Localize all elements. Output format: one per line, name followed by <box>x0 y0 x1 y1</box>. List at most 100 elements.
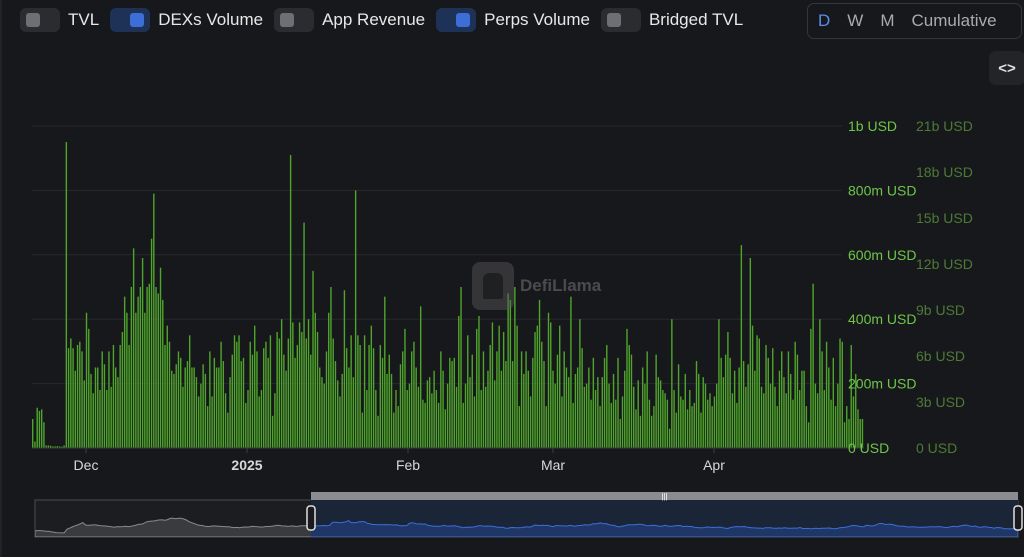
bar <box>292 322 294 448</box>
bar <box>417 386 420 448</box>
bar <box>810 328 812 448</box>
bar <box>168 341 171 448</box>
bar <box>114 367 117 448</box>
bar <box>334 361 337 448</box>
bar <box>325 351 328 448</box>
bar <box>563 351 565 448</box>
bar <box>238 335 240 448</box>
bar <box>776 406 778 448</box>
bar <box>635 409 637 448</box>
bar <box>478 315 480 448</box>
bar <box>722 377 725 448</box>
bar <box>464 383 467 448</box>
bar <box>565 367 568 448</box>
bar <box>301 332 303 448</box>
bar <box>269 335 272 448</box>
bar <box>482 351 485 448</box>
bar <box>673 390 675 448</box>
bar <box>507 293 509 448</box>
bar <box>733 370 736 448</box>
bar <box>177 351 180 448</box>
bar <box>276 332 278 448</box>
bar <box>191 367 193 448</box>
bar <box>597 377 599 448</box>
bar <box>664 393 666 448</box>
bar <box>153 193 155 448</box>
bar <box>424 402 426 448</box>
bar <box>832 357 834 448</box>
bar <box>749 258 752 448</box>
bar <box>543 361 545 448</box>
bar <box>442 370 444 448</box>
bar <box>462 402 464 448</box>
bar <box>130 287 133 448</box>
bar <box>180 357 182 448</box>
brush-handle[interactable] <box>306 505 316 531</box>
bar <box>525 351 527 448</box>
bar <box>141 258 144 448</box>
bar <box>812 283 814 448</box>
bar <box>556 354 559 448</box>
bar <box>684 373 686 448</box>
bar <box>785 393 787 448</box>
bar <box>655 354 657 448</box>
bar <box>617 357 619 448</box>
bar <box>698 373 700 448</box>
bar <box>550 322 552 448</box>
bar <box>702 377 704 448</box>
bar <box>397 406 399 448</box>
bar <box>388 354 390 448</box>
bar <box>330 287 332 448</box>
bar <box>594 390 597 448</box>
bar <box>310 354 312 448</box>
bar <box>76 344 79 448</box>
bar <box>384 296 386 448</box>
bar <box>675 412 678 448</box>
bar <box>90 373 92 448</box>
bar <box>307 319 310 448</box>
y-right-tick-label: 0 USD <box>916 440 957 456</box>
y-right-tick-label: 18b USD <box>916 164 973 180</box>
bar <box>123 296 126 448</box>
bar <box>772 348 774 448</box>
bar <box>65 142 68 448</box>
bar <box>233 335 236 448</box>
bar <box>166 325 168 448</box>
bar <box>511 361 514 448</box>
bar <box>231 354 233 448</box>
bar <box>747 364 749 448</box>
bar <box>689 390 691 448</box>
bar <box>146 287 148 448</box>
bar <box>828 367 830 448</box>
bar <box>372 348 375 448</box>
bar <box>419 306 422 448</box>
brush-handle[interactable] <box>1013 505 1023 531</box>
bar <box>545 406 547 448</box>
bar <box>361 412 364 448</box>
bar <box>561 396 563 448</box>
bar <box>449 357 451 448</box>
bar <box>659 380 662 448</box>
bar <box>408 383 411 448</box>
bar <box>94 367 97 448</box>
bar <box>754 370 756 448</box>
bar <box>70 338 72 448</box>
bar <box>112 344 115 448</box>
bar <box>592 357 595 448</box>
bar <box>789 373 792 448</box>
bar <box>695 361 698 448</box>
bar <box>778 370 781 448</box>
bar <box>803 370 805 448</box>
bar <box>287 338 290 448</box>
bar <box>547 312 550 448</box>
bar <box>819 319 821 448</box>
bar <box>245 402 247 448</box>
bar <box>816 393 819 448</box>
bar <box>159 267 162 448</box>
bar <box>67 348 70 448</box>
bar <box>798 390 801 448</box>
bar <box>137 296 139 448</box>
bar <box>821 351 823 448</box>
bar <box>220 341 222 448</box>
bar <box>455 386 458 448</box>
